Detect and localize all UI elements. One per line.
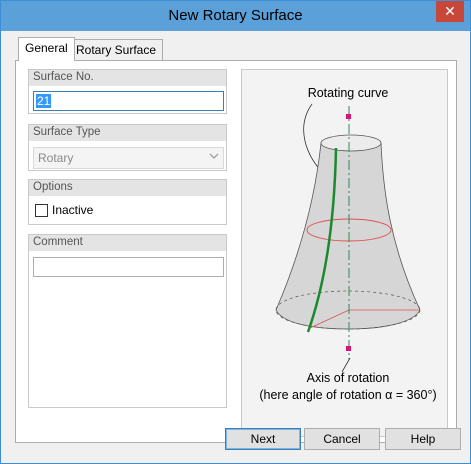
comment-group: Comment bbox=[28, 234, 227, 408]
dialog-window: New Rotary Surface ✕ General Rotary Surf… bbox=[0, 0, 471, 464]
inactive-checkbox[interactable] bbox=[35, 204, 48, 217]
window-title: New Rotary Surface bbox=[168, 7, 303, 24]
options-header: Options bbox=[29, 180, 226, 196]
axis-bottom-marker bbox=[346, 346, 351, 351]
rotary-surface-body bbox=[275, 142, 421, 330]
surface-type-select[interactable]: Rotary bbox=[33, 147, 224, 169]
options-group: Options Inactive bbox=[28, 179, 227, 225]
rotating-curve-label: Rotating curve bbox=[308, 86, 389, 100]
cancel-button[interactable]: Cancel bbox=[304, 428, 380, 450]
cancel-button-label: Cancel bbox=[323, 432, 361, 446]
surface-no-value: 21 bbox=[36, 94, 52, 108]
top-opening bbox=[320, 134, 382, 152]
surface-type-value: Rotary bbox=[38, 151, 74, 165]
angle-of-rotation-label: (here angle of rotation α = 360°) bbox=[259, 388, 436, 402]
rotary-surface-illustration: Rotating curve Axis of rotation (here an… bbox=[241, 69, 448, 437]
axis-of-rotation-label: Axis of rotation bbox=[307, 371, 390, 385]
illustration-svg: Rotating curve Axis of rotation (here an… bbox=[259, 86, 436, 402]
dialog-client: General Rotary Surface Surface No. 21 Su… bbox=[9, 31, 462, 457]
axis-top-marker bbox=[346, 114, 351, 119]
tab-rotary-surface-label: Rotary Surface bbox=[76, 43, 157, 57]
comment-input[interactable] bbox=[33, 257, 224, 277]
surface-type-group: Surface Type Rotary bbox=[28, 124, 227, 171]
title-bar[interactable]: New Rotary Surface ✕ bbox=[1, 1, 470, 31]
tab-general[interactable]: General bbox=[18, 37, 75, 61]
tab-rotary-surface[interactable]: Rotary Surface bbox=[69, 39, 164, 60]
inactive-label[interactable]: Inactive bbox=[52, 203, 93, 217]
close-icon: ✕ bbox=[444, 3, 456, 19]
close-button[interactable]: ✕ bbox=[436, 1, 464, 22]
tab-panel-general: Surface No. 21 Surface Type Rotary Optio… bbox=[15, 60, 457, 443]
axis-leader bbox=[341, 357, 351, 373]
next-button-label: Next bbox=[250, 432, 276, 446]
surface-type-header: Surface Type bbox=[29, 125, 226, 141]
surface-no-group: Surface No. 21 bbox=[28, 69, 227, 114]
help-button[interactable]: Help bbox=[385, 428, 461, 450]
help-button-label: Help bbox=[410, 432, 436, 446]
next-button[interactable]: Next bbox=[225, 428, 301, 450]
surface-no-header: Surface No. bbox=[29, 70, 226, 86]
comment-header: Comment bbox=[29, 235, 226, 251]
tab-general-label: General bbox=[25, 41, 68, 55]
chevron-down-icon bbox=[209, 150, 219, 165]
surface-no-input[interactable]: 21 bbox=[33, 91, 224, 111]
